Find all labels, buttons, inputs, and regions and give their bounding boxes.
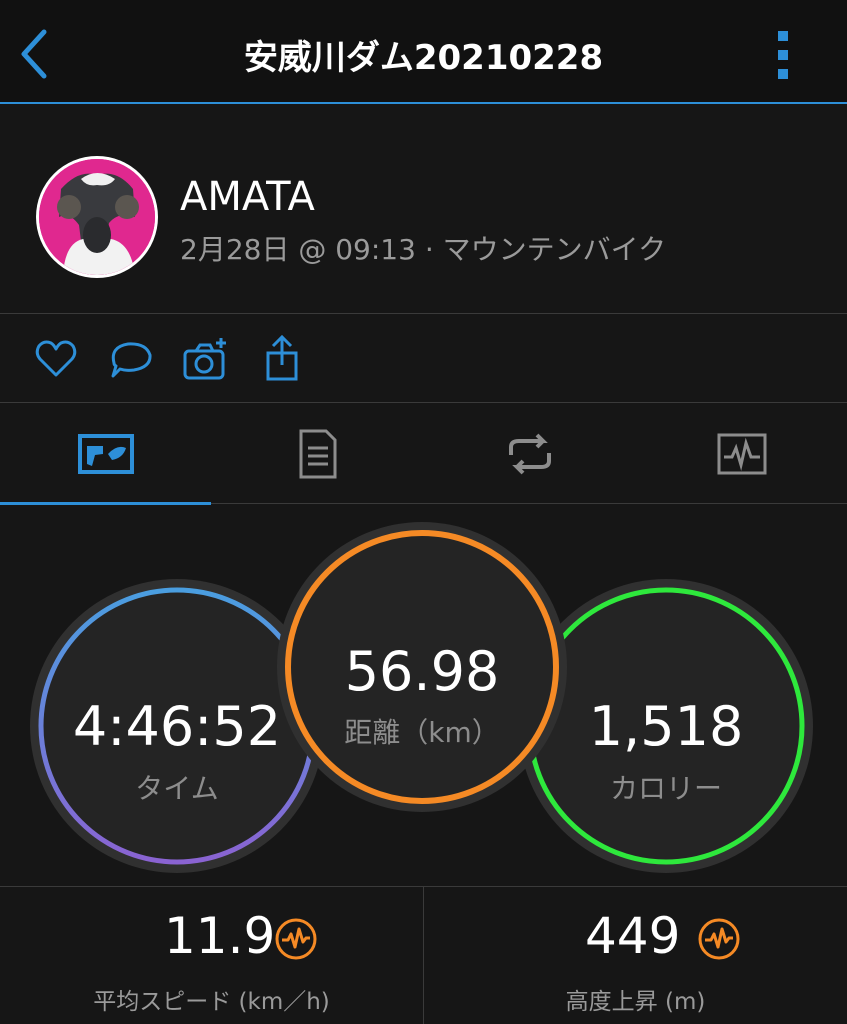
document-list-icon: [299, 429, 336, 479]
user-name[interactable]: AMATA: [180, 174, 315, 220]
tab-laps[interactable]: [424, 404, 635, 504]
distance-value: 56.98: [344, 640, 500, 703]
comment-button[interactable]: [106, 335, 154, 383]
map-icon: [77, 434, 134, 474]
share-icon: [266, 334, 298, 381]
calories-value: 1,518: [588, 695, 744, 758]
activity-tabs: [0, 404, 847, 505]
summary-stats: 4:46:52 タイム 56.98 距離（km） 1,518 カロリー: [0, 505, 847, 885]
activity-owner-section: AMATA 2月28日 @ 09:13 · マウンテンバイク: [0, 106, 847, 314]
avg-speed-metric: 11.9 平均スピード (km／h): [0, 887, 423, 1024]
camera-plus-icon: [183, 338, 226, 380]
loop-icon: [508, 433, 551, 475]
avg-speed-label: 平均スピード (km／h): [93, 989, 330, 1015]
elevation-insight-icon[interactable]: [697, 917, 741, 961]
page-title: 安威川ダム20210228: [243, 38, 604, 78]
heart-icon: [35, 340, 77, 377]
avg-speed-value: 11.9: [164, 907, 276, 965]
avatar-image: [39, 159, 155, 275]
elevation-gain-value: 449: [585, 907, 681, 965]
vertical-dots-icon: [778, 31, 788, 79]
elevation-gain-label: 高度上昇 (m): [565, 989, 706, 1015]
activity-chart-icon: [717, 433, 766, 475]
like-button[interactable]: [32, 335, 80, 383]
share-button[interactable]: [258, 334, 306, 383]
calories-label: カロリー: [609, 772, 722, 805]
avatar[interactable]: [36, 156, 158, 278]
time-label: タイム: [135, 772, 219, 805]
activity-meta: 2月28日 @ 09:13 · マウンテンバイク: [180, 233, 667, 266]
secondary-metrics: 11.9 平均スピード (km／h) 449 高度上昇 (m): [0, 886, 847, 1024]
elevation-gain-metric: 449 高度上昇 (m): [424, 887, 847, 1024]
top-bar: 安威川ダム20210228: [0, 0, 847, 104]
tab-charts[interactable]: [636, 404, 847, 504]
tab-details[interactable]: [212, 404, 423, 504]
speed-insight-icon[interactable]: [274, 917, 318, 961]
speech-bubble-icon: [111, 342, 152, 378]
add-photo-button[interactable]: [182, 335, 230, 383]
action-bar: [0, 315, 847, 403]
tab-overview[interactable]: [0, 404, 211, 505]
more-options-button[interactable]: [768, 28, 800, 82]
